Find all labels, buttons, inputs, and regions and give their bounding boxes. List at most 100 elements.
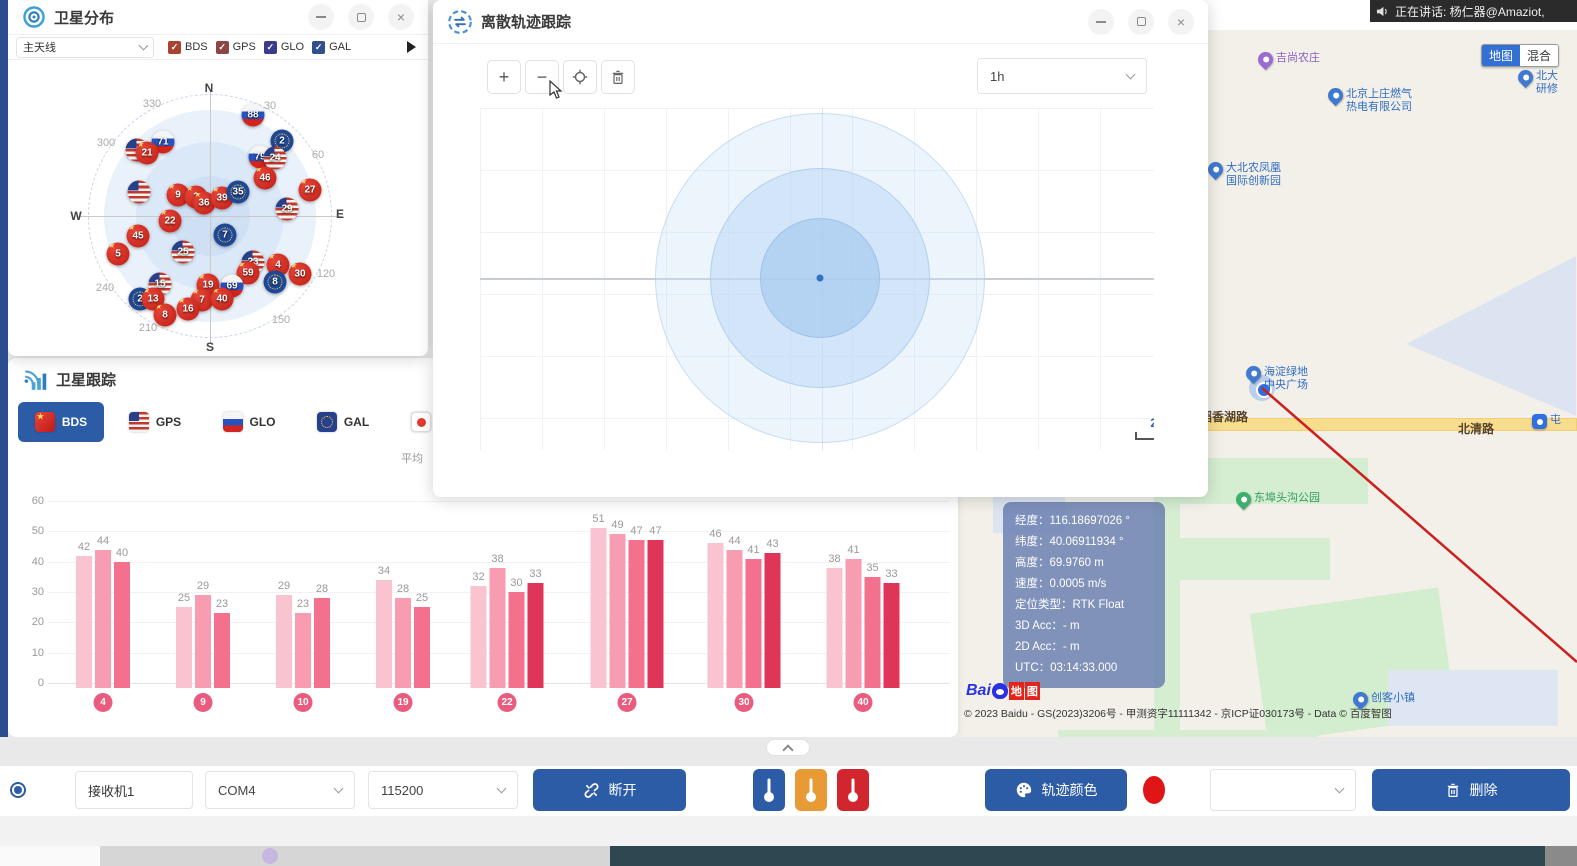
satellite-marker[interactable]: 27	[299, 179, 322, 202]
thermometer-red-button[interactable]	[837, 769, 869, 811]
baud-rate-select[interactable]: 115200	[368, 771, 518, 809]
satellite-marker[interactable]: 46	[254, 167, 277, 190]
track-select[interactable]	[1210, 769, 1356, 811]
snr-bar: 43	[765, 553, 781, 688]
center-target-button[interactable]	[563, 60, 597, 94]
snr-bar: 38	[827, 568, 843, 688]
azimuth-label: 300	[97, 137, 115, 149]
checkbox-checked-icon[interactable]: ✓	[216, 41, 229, 54]
satellite-prn: 7	[199, 295, 205, 306]
bar-group: 342825	[376, 580, 430, 688]
satellite-marker[interactable]: 5	[107, 243, 130, 266]
satellite-marker[interactable]: 29	[276, 198, 299, 221]
constellation-filter-gal[interactable]: ✓GAL	[312, 41, 351, 54]
bar-value-label: 35	[866, 562, 878, 574]
chevron-down-icon	[1335, 784, 1345, 794]
minimize-button[interactable]	[1088, 9, 1114, 35]
bar-value-label: 32	[472, 571, 484, 583]
trajectory-plot[interactable]: 2.5m	[480, 108, 1154, 450]
checkbox-checked-icon[interactable]: ✓	[168, 41, 181, 54]
minimize-button[interactable]	[308, 4, 334, 30]
bar-group: 424440	[76, 550, 130, 688]
speaker-icon	[1376, 5, 1389, 18]
disconnect-button[interactable]: 断开	[533, 769, 686, 811]
track-color-swatch[interactable]	[1143, 776, 1165, 804]
satellite-marker[interactable]: 7	[214, 224, 237, 247]
collapse-toolbar-button[interactable]	[766, 739, 810, 756]
info-row: 经度：116.18697026 °	[1015, 511, 1153, 532]
bar-value-label: 43	[766, 538, 778, 550]
checkbox-checked-icon[interactable]: ✓	[264, 41, 277, 54]
satellite-marker[interactable]: 22	[159, 210, 182, 233]
close-button[interactable]: ×	[1168, 9, 1194, 35]
satellite-marker[interactable]	[128, 181, 151, 204]
chart-gridline	[48, 501, 950, 502]
receiver-name-input[interactable]	[75, 771, 193, 809]
bar-value-label: 29	[278, 580, 290, 592]
snr-bar: 23	[214, 613, 230, 688]
satellite-prn: 46	[259, 173, 270, 184]
satellite-marker[interactable]: 35	[227, 181, 250, 204]
satellite-prn: 22	[164, 216, 175, 227]
satellite-marker[interactable]: 8	[264, 271, 287, 294]
receiver-radio[interactable]	[10, 782, 26, 798]
time-range-select[interactable]: 1h	[977, 58, 1147, 94]
snr-bar: 28	[314, 598, 330, 688]
bar-value-label: 25	[416, 592, 428, 604]
satellite-marker[interactable]: 45	[127, 225, 150, 248]
delete-button[interactable]: 删除	[1372, 769, 1570, 811]
meeting-overlay-bar: 正在讲话: 杨仁器@Amaziot,	[1370, 0, 1577, 22]
prn-badge: 4	[94, 693, 113, 712]
satellite-marker[interactable]: 25	[172, 241, 195, 264]
compass-w: W	[70, 209, 81, 223]
maximize-button[interactable]	[1128, 9, 1154, 35]
prn-badge: 30	[735, 693, 754, 712]
snr-bar: 33	[884, 583, 900, 688]
baidu-logo-char: 地	[1009, 682, 1024, 700]
bar-value-label: 44	[97, 535, 109, 547]
taskbar-app-icon[interactable]	[262, 848, 278, 864]
scale-label: 2.5m	[1135, 416, 1154, 430]
satellite-marker[interactable]: 8	[154, 304, 177, 327]
satellite-prn: 45	[132, 231, 143, 242]
track-color-button[interactable]: 轨迹颜色	[985, 769, 1127, 811]
bar-group: 32383033	[471, 568, 544, 688]
thermometer-blue-button[interactable]	[753, 769, 785, 811]
constellation-checkboxes: ✓BDS ✓GPS ✓GLO ✓GAL	[160, 41, 351, 54]
bar-group: 46444143	[708, 543, 781, 688]
snr-bar: 41	[846, 559, 862, 688]
com-port-value: COM4	[218, 783, 256, 798]
constellation-filter-gps[interactable]: ✓GPS	[216, 41, 256, 54]
map-copyright: © 2023 Baidu - GS(2023)3206号 - 甲测资字11111…	[964, 706, 1392, 721]
prn-badge: 10	[294, 693, 313, 712]
constellation-filter-glo[interactable]: ✓GLO	[264, 41, 304, 54]
satellite-marker[interactable]: 88	[242, 104, 265, 127]
distribution-title: 卫星分布	[54, 7, 114, 28]
constellation-filter-bds[interactable]: ✓BDS	[168, 41, 208, 54]
thermometer-orange-button[interactable]	[795, 769, 827, 811]
snr-bar: 25	[176, 607, 192, 688]
checkbox-checked-icon[interactable]: ✓	[312, 41, 325, 54]
baidu-paw-icon	[992, 683, 1008, 699]
satellite-prn: 9	[175, 190, 181, 201]
snr-bar: 44	[727, 550, 743, 688]
antenna-select[interactable]: 主天线	[16, 37, 154, 58]
delete-label: 删除	[1470, 780, 1498, 800]
chevron-down-icon	[139, 41, 149, 51]
connection-toolbar: COM4 115200 断开	[0, 766, 1577, 816]
info-row: 定位类型：RTK Float	[1015, 595, 1153, 616]
snr-bar: 40	[114, 562, 130, 688]
more-arrow-icon[interactable]	[407, 41, 416, 53]
com-port-select[interactable]: COM4	[205, 771, 355, 809]
close-button[interactable]: ×	[388, 4, 414, 30]
zoom-in-button[interactable]: +	[487, 60, 521, 94]
satellite-marker[interactable]: 16	[177, 298, 200, 321]
compass-n: N	[205, 81, 214, 95]
distribution-titlebar: 卫星分布 ×	[8, 0, 428, 34]
satellite-marker[interactable]: 30	[289, 263, 312, 286]
satellite-marker[interactable]: 21	[136, 142, 159, 165]
clear-trajectory-button[interactable]	[601, 60, 635, 94]
satellite-marker[interactable]: 40	[211, 288, 234, 311]
maximize-button[interactable]	[348, 4, 374, 30]
snr-bar: 44	[95, 550, 111, 688]
